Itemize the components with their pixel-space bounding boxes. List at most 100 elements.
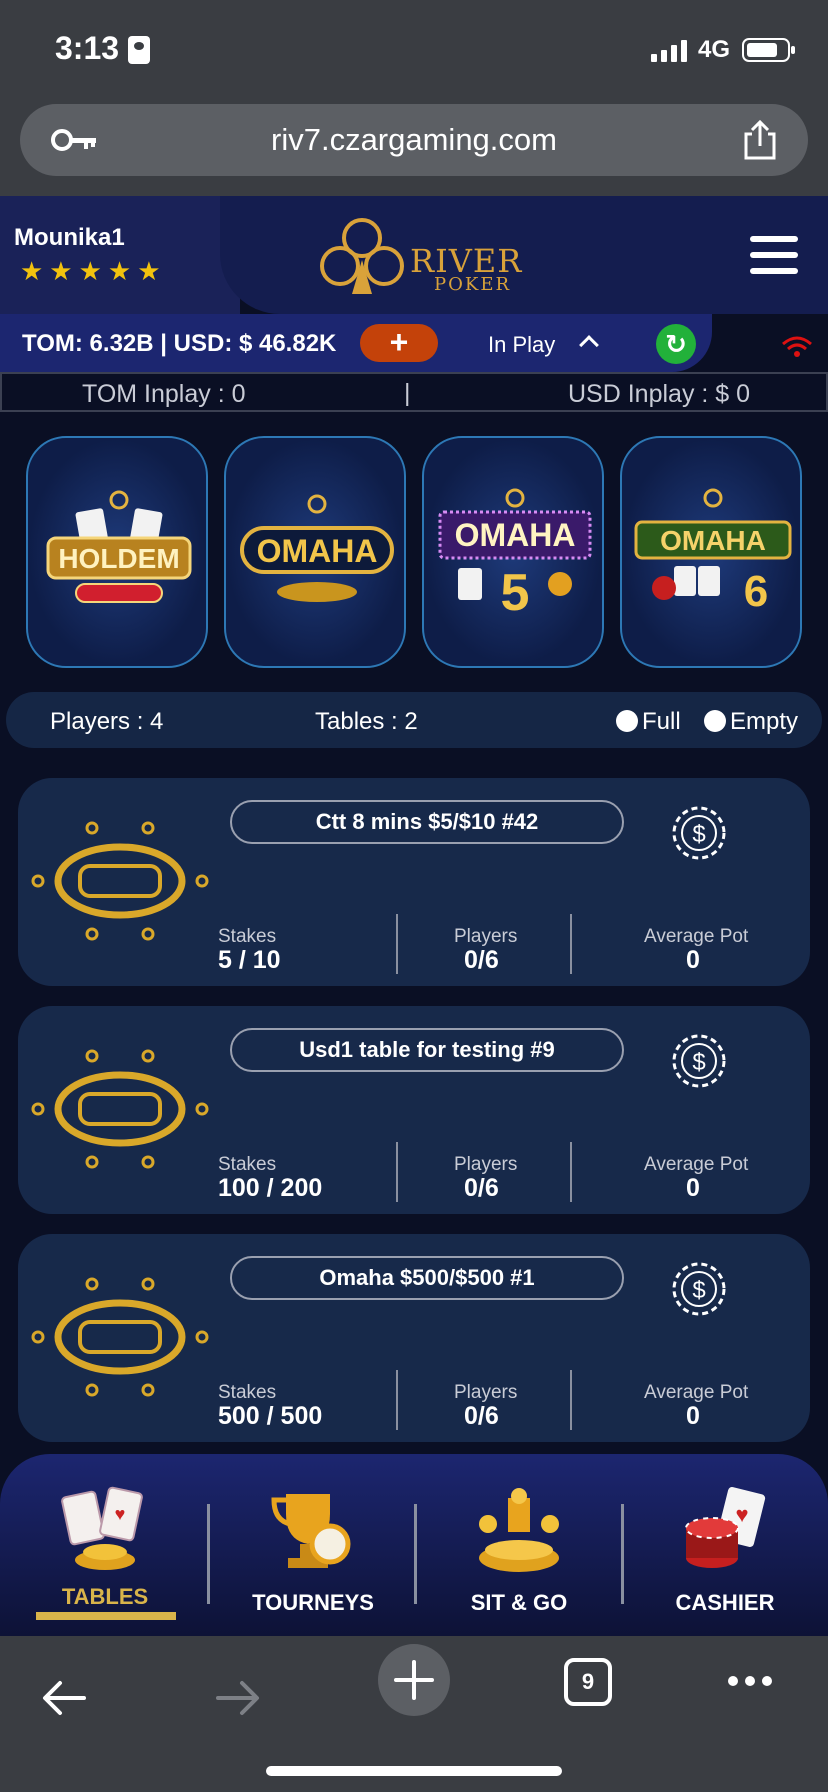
nav-tourneys[interactable]: TOURNEYS xyxy=(238,1484,388,1624)
avg-pot-label: Average Pot xyxy=(644,926,749,947)
cashier-chips-icon: ♥ xyxy=(685,1487,766,1568)
sit-and-go-icon xyxy=(479,1488,559,1572)
dollar-chip-icon: $ xyxy=(672,1262,726,1316)
nav-divider xyxy=(414,1504,417,1604)
full-radio[interactable] xyxy=(616,710,638,732)
logo-text-poker: POKER xyxy=(434,274,512,295)
home-indicator xyxy=(266,1766,562,1776)
refresh-button[interactable]: ↻ xyxy=(656,324,696,364)
tables-cards-icon: ♥ xyxy=(61,1486,143,1570)
chevron-up-icon[interactable] xyxy=(579,335,599,355)
stakes-value: 500 / 500 xyxy=(218,1402,323,1430)
rating-stars: ★★★★★ xyxy=(20,256,167,286)
dollar-chip-icon: $ xyxy=(672,806,726,860)
usd-inplay: USD Inplay : $ 0 xyxy=(568,380,751,408)
avg-pot-value: 0 xyxy=(686,1402,700,1430)
nav-sit-and-go[interactable]: SIT & GO xyxy=(444,1484,594,1624)
omaha-5-logo: OMAHA 5 xyxy=(438,488,592,618)
hamburger-menu-icon[interactable] xyxy=(750,236,798,276)
nav-divider xyxy=(207,1504,210,1604)
stakes-label: Stakes xyxy=(218,1154,277,1175)
app-header: Mounika1 ★★★★★ RIVER POKER TOM: 6.32B | … xyxy=(0,196,828,372)
new-tab-icon[interactable] xyxy=(378,1644,450,1716)
more-options-icon[interactable] xyxy=(726,1674,774,1688)
url-text[interactable]: riv7.czargaming.com xyxy=(20,122,808,158)
back-arrow-icon[interactable] xyxy=(40,1678,88,1718)
svg-text:♥: ♥ xyxy=(115,1504,126,1524)
battery-icon xyxy=(742,38,795,62)
avg-pot-value: 0 xyxy=(686,946,700,974)
stakes-value: 5 / 10 xyxy=(218,946,281,974)
avg-pot-label: Average Pot xyxy=(644,1382,749,1403)
players-label: Players xyxy=(454,1154,518,1175)
full-label[interactable]: Full xyxy=(642,708,681,736)
game-type-omaha[interactable]: OMAHA xyxy=(224,436,406,668)
divider xyxy=(396,914,398,974)
players-value: 0/6 xyxy=(464,1402,499,1430)
nav-tables-label: TABLES xyxy=(61,1584,149,1609)
omaha-logo: OMAHA xyxy=(240,494,394,602)
players-label: Players xyxy=(454,926,518,947)
dollar-chip-icon: $ xyxy=(672,1034,726,1088)
balance-bar: TOM: 6.32B | USD: $ 46.82K + In Play ↻ xyxy=(0,314,712,372)
avg-pot-value: 0 xyxy=(686,1174,700,1202)
stakes-label: Stakes xyxy=(218,1382,277,1403)
svg-text:$: $ xyxy=(692,821,705,848)
table-name: Omaha $500/$500 #1 xyxy=(230,1256,624,1300)
network-type: 4G xyxy=(698,36,731,63)
username: Mounika1 xyxy=(14,224,125,251)
nav-tourneys-label: TOURNEYS xyxy=(252,1590,374,1615)
players-count: Players : 4 xyxy=(50,708,164,735)
table-name: Ctt 8 mins $5/$10 #42 xyxy=(230,800,624,844)
holdem-logo: HOLDEM xyxy=(46,490,192,603)
omaha-5-text: OMAHA xyxy=(455,517,576,553)
id-card-icon xyxy=(128,36,150,64)
tabs-count-button[interactable]: 9 xyxy=(564,1658,612,1706)
connection-icon xyxy=(782,336,812,357)
nav-cashier[interactable]: ♥ CASHIER xyxy=(650,1484,800,1624)
share-icon[interactable] xyxy=(740,118,780,162)
poker-table-icon xyxy=(31,1277,209,1397)
stakes-label: Stakes xyxy=(218,926,277,947)
game-type-holdem[interactable]: HOLDEM xyxy=(26,436,208,668)
profile-panel[interactable]: Mounika1 ★★★★★ xyxy=(0,196,240,316)
nav-cashier-label: CASHIER xyxy=(675,1590,775,1615)
avg-pot-label: Average Pot xyxy=(644,1154,749,1175)
nav-tables[interactable]: ♥ TABLES xyxy=(30,1484,180,1624)
river-poker-logo: RIVER POKER xyxy=(312,216,522,300)
tom-inplay: TOM Inplay : 0 xyxy=(82,380,246,408)
game-type-omaha-6[interactable]: OMAHA 6 xyxy=(620,436,802,668)
club-logo-icon xyxy=(320,218,404,294)
table-row[interactable]: Omaha $500/$500 #1 $ Stakes 500 / 500 Pl… xyxy=(18,1234,810,1442)
table-row[interactable]: Usd1 table for testing #9 $ Stakes 100 /… xyxy=(18,1006,810,1214)
url-bar[interactable]: riv7.czargaming.com xyxy=(20,104,808,176)
poker-table-icon xyxy=(31,1049,209,1169)
status-time: 3:13 xyxy=(55,30,120,66)
inplay-summary-bar: TOM Inplay : 0 | USD Inplay : $ 0 xyxy=(0,372,828,412)
players-label: Players xyxy=(454,1382,518,1403)
balance-text: TOM: 6.32B | USD: $ 46.82K xyxy=(22,330,337,357)
divider xyxy=(570,914,572,974)
tables-count: Tables : 2 xyxy=(315,708,418,735)
empty-label[interactable]: Empty xyxy=(730,708,798,736)
holdem-text: HOLDEM xyxy=(58,543,179,574)
nav-active-indicator xyxy=(36,1612,176,1620)
stakes-value: 100 / 200 xyxy=(218,1174,323,1202)
nav-sit-and-go-label: SIT & GO xyxy=(470,1590,568,1615)
svg-text:$: $ xyxy=(692,1277,705,1304)
table-filter-bar: Players : 4 Tables : 2 Full Empty xyxy=(6,692,822,748)
divider xyxy=(570,1370,572,1430)
add-funds-button[interactable]: + xyxy=(360,324,438,362)
table-row[interactable]: Ctt 8 mins $5/$10 #42 $ Stakes 5 / 10 Pl… xyxy=(18,778,810,986)
players-value: 0/6 xyxy=(464,946,499,974)
browser-bottom-toolbar: 9 xyxy=(0,1636,828,1792)
forward-arrow-icon[interactable] xyxy=(214,1678,262,1718)
divider xyxy=(396,1370,398,1430)
status-bar: 3:13 4G xyxy=(0,0,828,100)
omaha-6-text: OMAHA xyxy=(660,525,766,556)
in-play-toggle[interactable]: In Play xyxy=(488,332,555,358)
empty-radio[interactable] xyxy=(704,710,726,732)
poker-table-icon xyxy=(31,821,209,941)
game-type-omaha-5[interactable]: OMAHA 5 xyxy=(422,436,604,668)
svg-text:$: $ xyxy=(692,1049,705,1076)
